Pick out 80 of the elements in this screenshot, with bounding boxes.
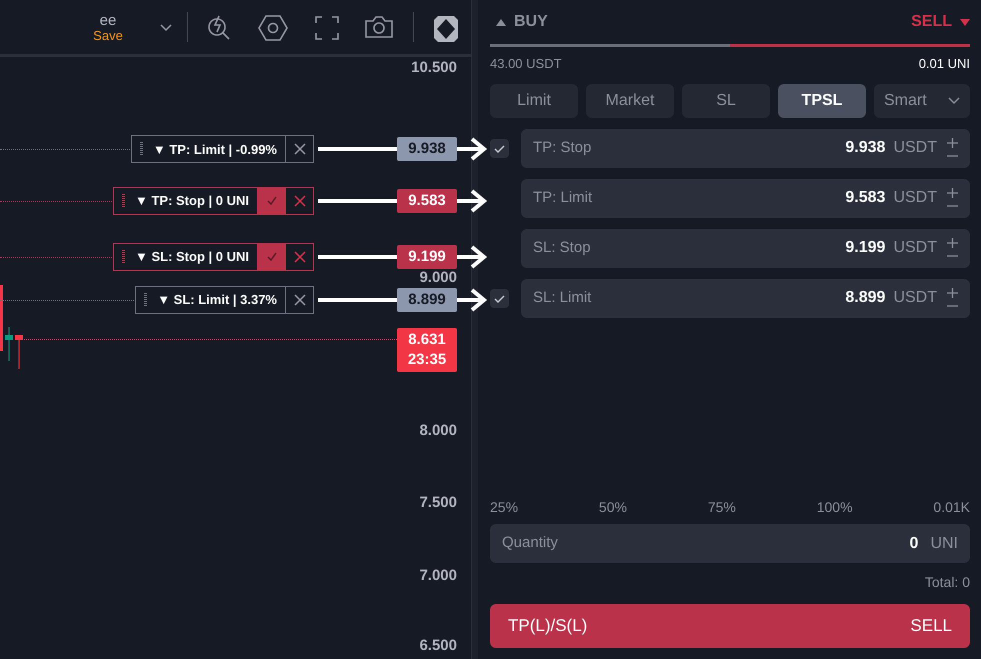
order-label-text: ▼ TP: Limit | -0.99% (152, 140, 277, 159)
close-icon (294, 194, 306, 207)
position-size: 0.01 UNI (918, 55, 970, 73)
countdown-timer: 23:35 (406, 350, 448, 370)
price-input-field[interactable]: SL: Stop 9.199 USDT (521, 228, 970, 268)
fullscreen-icon[interactable] (315, 16, 339, 40)
check-icon (266, 196, 276, 206)
price-input-field[interactable]: TP: Limit 9.583 USDT (521, 178, 970, 218)
chevron-down-icon (948, 97, 960, 104)
current-price: 8.631 (407, 330, 447, 350)
field-value: 9.938 (845, 138, 886, 158)
quantity-field[interactable]: Quantity 0 UNI (490, 524, 970, 563)
submit-button[interactable]: TP(L)/S(L) SELL (490, 604, 970, 648)
price-axis-label: 7.000 (419, 565, 457, 586)
order-type-tab[interactable]: TPSL (778, 84, 866, 118)
stepper-icon[interactable] (947, 287, 958, 309)
checkbox[interactable] (490, 288, 509, 308)
stepper-icon[interactable] (947, 187, 958, 209)
field-value: 9.583 (845, 188, 886, 208)
field-unit: USDT (893, 188, 937, 208)
price-axis-label: 8.000 (419, 420, 457, 440)
percent-option[interactable]: 100% (816, 497, 853, 518)
order-type-tab[interactable]: Limit (490, 84, 578, 118)
price-axis-label: 7.500 (419, 492, 457, 513)
field-unit: USDT (893, 238, 937, 258)
price-axis-label: 10.500 (411, 58, 457, 78)
percent-option[interactable]: 75% (708, 497, 736, 518)
save-label: Save (92, 29, 124, 43)
order-label-text: ▼ TP: Stop | 0 UNI (134, 192, 249, 210)
percent-option[interactable]: 50% (598, 497, 627, 518)
check-icon (266, 252, 276, 262)
field-value: 0 (910, 534, 918, 554)
order-type-dropdown[interactable]: Smart (874, 84, 970, 118)
checkbox[interactable] (490, 138, 509, 158)
chevron-down-icon[interactable] (160, 24, 172, 32)
percent-option[interactable]: 25% (490, 497, 518, 518)
stepper-icon[interactable] (947, 137, 958, 159)
stepper-icon[interactable] (947, 237, 958, 259)
close-icon (294, 143, 306, 156)
order-label-text: ▼ SL: Limit | 3.37% (157, 291, 277, 310)
side-tab[interactable]: SELL (911, 10, 970, 34)
field-label: SL: Limit (533, 288, 592, 308)
drag-handle-icon[interactable] (122, 250, 125, 264)
percent-option[interactable]: 0.01K (933, 497, 970, 518)
field-unit: USDT (893, 288, 937, 308)
order-type-tab[interactable]: SL (682, 84, 770, 118)
field-label: TP: Limit (533, 188, 594, 208)
field-label: Quantity (502, 533, 559, 554)
camera-icon[interactable] (364, 15, 394, 39)
price-axis-label: 9.000 (419, 267, 457, 288)
settings-icon[interactable] (258, 14, 288, 42)
price-input-field[interactable]: SL: Limit 8.899 USDT (521, 278, 970, 318)
drag-handle-icon[interactable] (122, 194, 125, 208)
price-input-field[interactable]: TP: Stop 9.938 USDT (521, 128, 970, 168)
submit-side: SELL (910, 615, 952, 638)
field-unit: UNI (930, 534, 958, 554)
order-type-tab[interactable]: Market (586, 84, 674, 118)
triangle-up-icon (496, 18, 506, 26)
field-value: 8.899 (845, 288, 886, 308)
close-icon (294, 294, 306, 306)
available-balance: 43.00 USDT (490, 55, 562, 73)
total-label: Total: 0 (924, 573, 970, 592)
price-tag: 9.199 (397, 244, 457, 269)
price-axis-label: 6.500 (419, 636, 457, 656)
logo-icon[interactable] (434, 16, 458, 42)
drag-handle-icon[interactable] (140, 142, 143, 156)
drag-handle-icon[interactable] (144, 293, 148, 308)
field-label: SL: Stop (533, 238, 592, 258)
price-tag: 9.583 (397, 188, 457, 213)
side-tab[interactable]: BUY (496, 10, 548, 34)
triangle-down-icon (960, 18, 970, 26)
close-icon (294, 250, 306, 263)
field-unit: USDT (893, 138, 937, 158)
layout-title: ee (98, 13, 118, 29)
submit-label: TP(L)/S(L) (508, 615, 588, 638)
field-value: 9.199 (845, 238, 886, 258)
field-label: TP: Stop (533, 138, 592, 158)
order-label-text: ▼ SL: Stop | 0 UNI (134, 248, 249, 266)
price-tag: 8.899 (397, 288, 457, 312)
price-tag: 9.938 (397, 137, 457, 162)
